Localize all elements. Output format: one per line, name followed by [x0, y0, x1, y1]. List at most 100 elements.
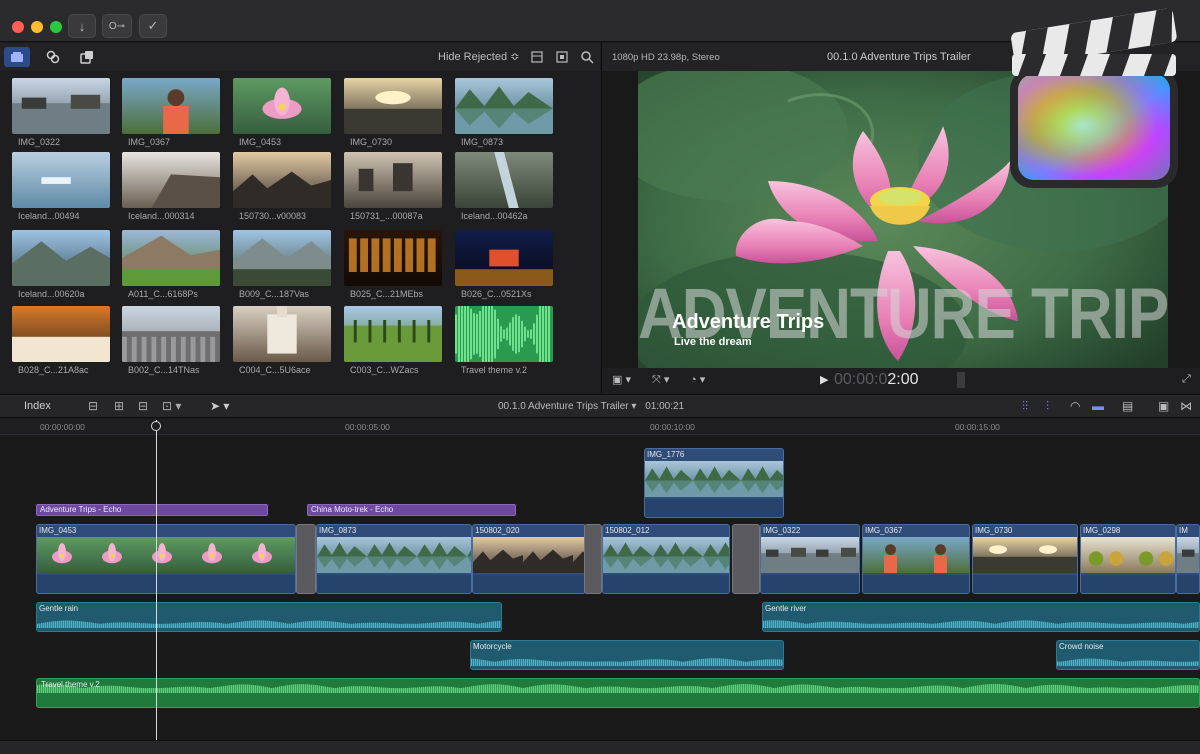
clip-waveform — [863, 575, 969, 593]
clip-thumbnail[interactable]: Iceland...000314 — [122, 152, 220, 221]
clip-thumbnail[interactable]: B026_C...0521Xs — [455, 230, 553, 299]
connected-video-clip[interactable]: IMG_1776 — [644, 448, 784, 518]
primary-video-clip[interactable]: 150802_020 — [472, 524, 586, 594]
clip-thumbnail[interactable]: Iceland...00620a — [12, 230, 110, 299]
timeline-project-name[interactable]: 00.1.0 Adventure Trips Trailer ▾ 01:00:2… — [498, 401, 684, 412]
play-icon[interactable]: ▶ — [820, 373, 828, 386]
clip-thumbnail-label: Iceland...00462a — [461, 211, 528, 221]
ruler-label: 00:00:00:00 — [40, 422, 85, 432]
filmstrip-view-icon[interactable] — [555, 50, 569, 69]
fullscreen-icon[interactable]: ⤢ — [1182, 373, 1191, 386]
clip-label: IMG_0322 — [763, 526, 801, 535]
append-edit-icon[interactable]: ⊟ — [138, 399, 148, 413]
connect-edit-icon[interactable]: ⊟ — [88, 399, 98, 413]
minimize-window-button[interactable] — [31, 21, 43, 33]
background-tasks-button[interactable]: ✓ — [139, 14, 167, 38]
primary-video-clip[interactable]: IMG_0730 — [972, 524, 1078, 594]
clip-thumbnail[interactable]: C004_C...5U6ace — [233, 306, 331, 375]
import-button[interactable]: ↓ — [68, 14, 96, 38]
clip-thumbnail[interactable]: IMG_0730 — [344, 78, 442, 147]
audio-waveform — [763, 620, 1199, 628]
snapping-icon[interactable]: ▬ — [1092, 399, 1104, 413]
close-window-button[interactable] — [12, 21, 24, 33]
clip-thumbnail[interactable]: IMG_0453 — [233, 78, 331, 147]
clip-label: IMG_0873 — [319, 526, 357, 535]
clip-appearance-icon[interactable] — [530, 50, 544, 69]
transition[interactable] — [584, 524, 602, 594]
clip-thumbnail[interactable]: 150730...v00083 — [233, 152, 331, 221]
audio-skimming-icon[interactable]: ⫶⫶ — [1022, 399, 1028, 414]
solo-icon[interactable]: ⫶ — [1046, 399, 1049, 414]
headphones-icon[interactable]: ◠ — [1070, 399, 1080, 413]
clip-thumbnail-label: 150730...v00083 — [239, 211, 307, 221]
audio-clip[interactable]: Gentle river — [762, 602, 1200, 632]
clip-thumbnail[interactable]: A011_C...6168Ps — [122, 230, 220, 299]
clip-waveform — [973, 575, 1077, 593]
music-clip[interactable]: Travel theme v.2 — [36, 678, 1200, 708]
clip-thumbnail-image — [455, 230, 553, 286]
clip-thumbnail[interactable]: IMG_0873 — [455, 78, 553, 147]
ruler-label: 00:00:05:00 — [345, 422, 390, 432]
photos-audio-icon[interactable] — [40, 47, 66, 67]
insert-edit-icon[interactable]: ⊞ — [114, 399, 124, 413]
clip-thumbnail[interactable]: IMG_0367 — [122, 78, 220, 147]
clip-thumbnail-label: A011_C...6168Ps — [128, 289, 198, 299]
primary-video-clip[interactable]: IMG_0298 — [1080, 524, 1176, 594]
transform-icon[interactable]: ⤧ ▾ — [652, 373, 669, 387]
clip-thumbnail-image — [122, 78, 220, 134]
clip-label: 150802_020 — [475, 526, 520, 535]
zoom-window-button[interactable] — [50, 21, 62, 33]
timeline-ruler[interactable]: 00:00:00:00 00:00:05:00 00:00:10:00 00:0… — [0, 419, 1200, 435]
timeline-area[interactable]: IMG_1776 Adventure Trips - Echo China Mo… — [0, 436, 1200, 740]
primary-video-clip[interactable]: IMG_0367 — [862, 524, 970, 594]
timecode-display[interactable]: 00:00:02:00 — [834, 371, 919, 389]
browser-pane: Hide Rejected ≎ IMG_0322 IMG_0367 IMG_0453… — [0, 43, 600, 393]
effects-browser-icon[interactable]: ▣ — [1158, 399, 1169, 413]
clip-thumbnail[interactable]: 150731_...00087a — [344, 152, 442, 221]
clip-thumbnail-image — [233, 230, 331, 286]
overwrite-edit-icon[interactable]: ⊡ ▾ — [162, 399, 181, 413]
view-options-icon[interactable]: ▣ ▾ — [612, 373, 631, 386]
clip-thumbnail[interactable]: B028_C...21A8ac — [12, 306, 110, 375]
select-tool-icon[interactable]: ➤ ▾ — [210, 399, 229, 413]
clip-thumbnail-image — [233, 152, 331, 208]
speed-icon[interactable]: ◔ ▾ — [690, 373, 705, 386]
clip-waveform — [473, 575, 585, 593]
clip-thumbnail[interactable]: Iceland...00462a — [455, 152, 553, 221]
search-icon[interactable] — [580, 50, 594, 69]
libraries-icon[interactable] — [4, 47, 30, 67]
clip-thumbnail[interactable]: Iceland...00494 — [12, 152, 110, 221]
transitions-browser-icon[interactable]: ⋈ — [1180, 399, 1192, 413]
audio-clip[interactable]: Gentle rain — [36, 602, 502, 632]
transition[interactable] — [296, 524, 316, 594]
primary-video-clip[interactable]: IMG_0873 — [316, 524, 472, 594]
index-button[interactable]: Index — [24, 400, 51, 412]
title-clip[interactable]: Adventure Trips - Echo — [36, 504, 268, 516]
clip-filmstrip — [473, 537, 585, 573]
clip-thumbnail[interactable]: C003_C...WZacs — [344, 306, 442, 375]
clip-thumbnail[interactable]: B002_C...14TNas — [122, 306, 220, 375]
playhead-handle[interactable] — [151, 421, 161, 431]
clip-thumbnail[interactable]: IMG_0322 — [12, 78, 110, 147]
audio-clip[interactable]: Motorcycle — [470, 640, 784, 670]
clip-thumbnail[interactable]: B025_C...21MEbs — [344, 230, 442, 299]
titles-generators-icon[interactable] — [74, 47, 100, 67]
clip-thumbnail-image — [12, 152, 110, 208]
audio-waveform — [37, 620, 501, 628]
primary-video-clip[interactable]: IMG_0453 — [36, 524, 296, 594]
playhead[interactable] — [156, 420, 157, 740]
title-clip[interactable]: China Moto-trek - Echo — [307, 504, 516, 516]
clip-thumbnail-label: IMG_0730 — [350, 137, 393, 147]
clip-thumbnail-label: C004_C...5U6ace — [239, 365, 311, 375]
clip-appearance-timeline-icon[interactable]: ▤ — [1122, 399, 1133, 413]
primary-video-clip[interactable]: 150802_012 — [602, 524, 730, 594]
filter-popup[interactable]: Hide Rejected ≎ — [438, 50, 519, 63]
primary-video-clip[interactable]: IM — [1176, 524, 1200, 594]
clip-thumbnail[interactable]: Travel theme v.2 — [455, 306, 553, 375]
clip-thumbnail[interactable]: B009_C...187Vas — [233, 230, 331, 299]
keywords-button[interactable]: O⊸ — [102, 14, 132, 38]
transition[interactable] — [732, 524, 760, 594]
check-circle-icon: ✓ — [147, 18, 159, 33]
primary-video-clip[interactable]: IMG_0322 — [760, 524, 860, 594]
audio-clip[interactable]: Crowd noise — [1056, 640, 1200, 670]
